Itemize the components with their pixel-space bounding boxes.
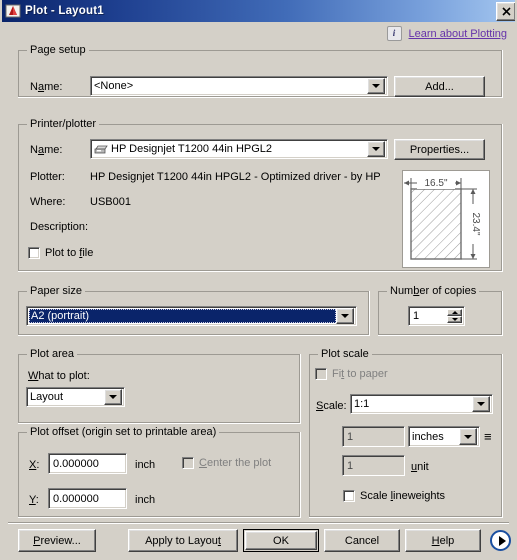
learn-link-row: i Learn about Plotting <box>386 26 507 41</box>
printer-name-value: HP Designjet T1200 44in HPGL2 <box>111 143 273 155</box>
plot-to-file-checkbox[interactable]: Plot to file <box>28 247 93 259</box>
description-label: Description: <box>30 221 89 233</box>
what-to-plot-combo[interactable]: Layout <box>26 387 125 407</box>
paper-size-legend: Paper size <box>27 285 85 297</box>
chevron-down-icon[interactable] <box>367 141 385 157</box>
scale-denominator-label: unit <box>411 461 429 473</box>
printer-plotter-legend: Printer/plotter <box>27 118 100 130</box>
paper-size-combo[interactable]: A2 (portrait) <box>26 306 357 326</box>
spinner-down-icon[interactable] <box>447 316 462 323</box>
what-to-plot-label: What to plot: <box>28 370 90 382</box>
where-value: USB001 <box>90 196 131 208</box>
paper-size-value: A2 (portrait) <box>29 309 336 323</box>
preview-button[interactable]: Preview... <box>18 529 96 552</box>
scale-units-value: inches <box>412 430 444 443</box>
equals-icon: ≡ <box>484 429 492 444</box>
preview-height-dim: 23.4" <box>470 212 481 235</box>
page-setup-legend: Page setup <box>27 44 89 56</box>
printer-icon <box>94 144 109 155</box>
scale-lineweights-checkbox[interactable]: Scale lineweights <box>343 490 445 502</box>
chevron-down-icon[interactable] <box>104 389 122 405</box>
center-the-plot-checkbox[interactable]: Center the plot <box>182 457 271 469</box>
learn-about-plotting-link[interactable]: Learn about Plotting <box>409 28 507 40</box>
scale-numerator-input[interactable]: 1 <box>342 426 405 447</box>
plot-area-legend: Plot area <box>27 348 78 360</box>
plotter-label: Plotter: <box>30 171 65 183</box>
paper-preview: 16.5" 23.4" <box>402 170 490 268</box>
chevron-down-icon[interactable] <box>367 78 385 94</box>
fit-to-paper-checkbox[interactable]: Fit to paper <box>315 368 388 380</box>
chevron-down-icon[interactable] <box>336 308 354 324</box>
apply-to-layout-label: Apply to Layout <box>145 534 221 547</box>
apply-to-layout-button[interactable]: Apply to Layout <box>128 529 238 552</box>
printer-name-combo[interactable]: HP Designjet T1200 44in HPGL2 <box>90 139 388 159</box>
ok-button[interactable]: OK <box>243 529 319 552</box>
cancel-button-label: Cancel <box>344 534 380 547</box>
footer-divider <box>8 522 509 524</box>
checkbox-box <box>28 247 40 259</box>
scale-lineweights-label: Scale lineweights <box>360 490 446 502</box>
offset-y-unit: inch <box>135 494 156 506</box>
cancel-button[interactable]: Cancel <box>324 529 400 552</box>
offset-x-value: 0.000000 <box>53 457 99 470</box>
scale-denominator-value: 1 <box>347 459 354 472</box>
where-label: Where: <box>30 196 66 208</box>
printer-properties-button[interactable]: Properties... <box>394 139 485 160</box>
help-button-label: Help <box>431 534 455 547</box>
plotter-value: HP Designjet T1200 44in HPGL2 - Optimize… <box>90 171 381 183</box>
page-setup-name-combo[interactable]: <None> <box>90 76 388 96</box>
page-setup-name-value: <None> <box>94 80 134 92</box>
offset-y-value: 0.000000 <box>53 492 99 505</box>
info-icon[interactable]: i <box>386 26 402 41</box>
help-button[interactable]: Help <box>405 529 481 552</box>
offset-x-label: X: <box>29 459 40 471</box>
chevron-down-icon[interactable] <box>472 396 490 412</box>
scale-combo[interactable]: 1:1 <box>350 394 493 414</box>
window-title: Plot - Layout1 <box>25 5 104 17</box>
ok-button-label: OK <box>273 534 289 547</box>
offset-y-input[interactable]: 0.000000 <box>48 488 127 509</box>
plot-offset-legend: Plot offset (origin set to printable are… <box>27 426 220 438</box>
chevron-right-icon <box>498 535 506 546</box>
checkbox-box <box>343 490 355 502</box>
copies-spinner[interactable]: 1 <box>408 306 465 326</box>
what-to-plot-value: Layout <box>30 391 64 403</box>
add-page-setup-button[interactable]: Add... <box>394 76 485 97</box>
checkbox-box <box>182 457 194 469</box>
spinner-up-icon[interactable] <box>447 309 462 316</box>
plot-scale-legend: Plot scale <box>318 348 372 360</box>
preview-width-dim: 16.5" <box>424 178 447 189</box>
plot-to-file-label: Plot to file <box>45 247 94 259</box>
paper-preview-drawing: 16.5" 23.4" <box>404 176 481 260</box>
offset-x-unit: inch <box>135 459 156 471</box>
plot-dialog: Plot - Layout1 i Learn about Plotting Pa… <box>0 0 517 560</box>
scale-units-combo[interactable]: inches <box>408 426 480 447</box>
scale-value: 1:1 <box>354 398 370 410</box>
preview-button-label: Preview... <box>33 534 81 547</box>
plot-app-icon <box>5 3 21 19</box>
title-bar: Plot - Layout1 <box>2 0 515 22</box>
printer-name-label: Name: <box>30 144 63 156</box>
chevron-down-icon[interactable] <box>459 428 477 445</box>
copies-value: 1 <box>413 310 420 322</box>
checkbox-box <box>315 368 327 380</box>
fit-to-paper-label: Fit to paper <box>332 368 388 380</box>
scale-label: Scale: <box>316 400 347 412</box>
scale-denominator-input[interactable]: 1 <box>342 455 405 476</box>
spinner-buttons[interactable] <box>447 309 462 323</box>
close-icon[interactable] <box>496 1 515 21</box>
center-the-plot-label: Center the plot <box>199 457 272 469</box>
scale-numerator-value: 1 <box>347 430 354 443</box>
page-setup-name-label: Name: <box>30 81 63 93</box>
offset-x-input[interactable]: 0.000000 <box>48 453 127 474</box>
more-options-button[interactable] <box>490 530 511 551</box>
offset-y-label: Y: <box>29 494 39 506</box>
copies-legend: Number of copies <box>387 285 480 297</box>
